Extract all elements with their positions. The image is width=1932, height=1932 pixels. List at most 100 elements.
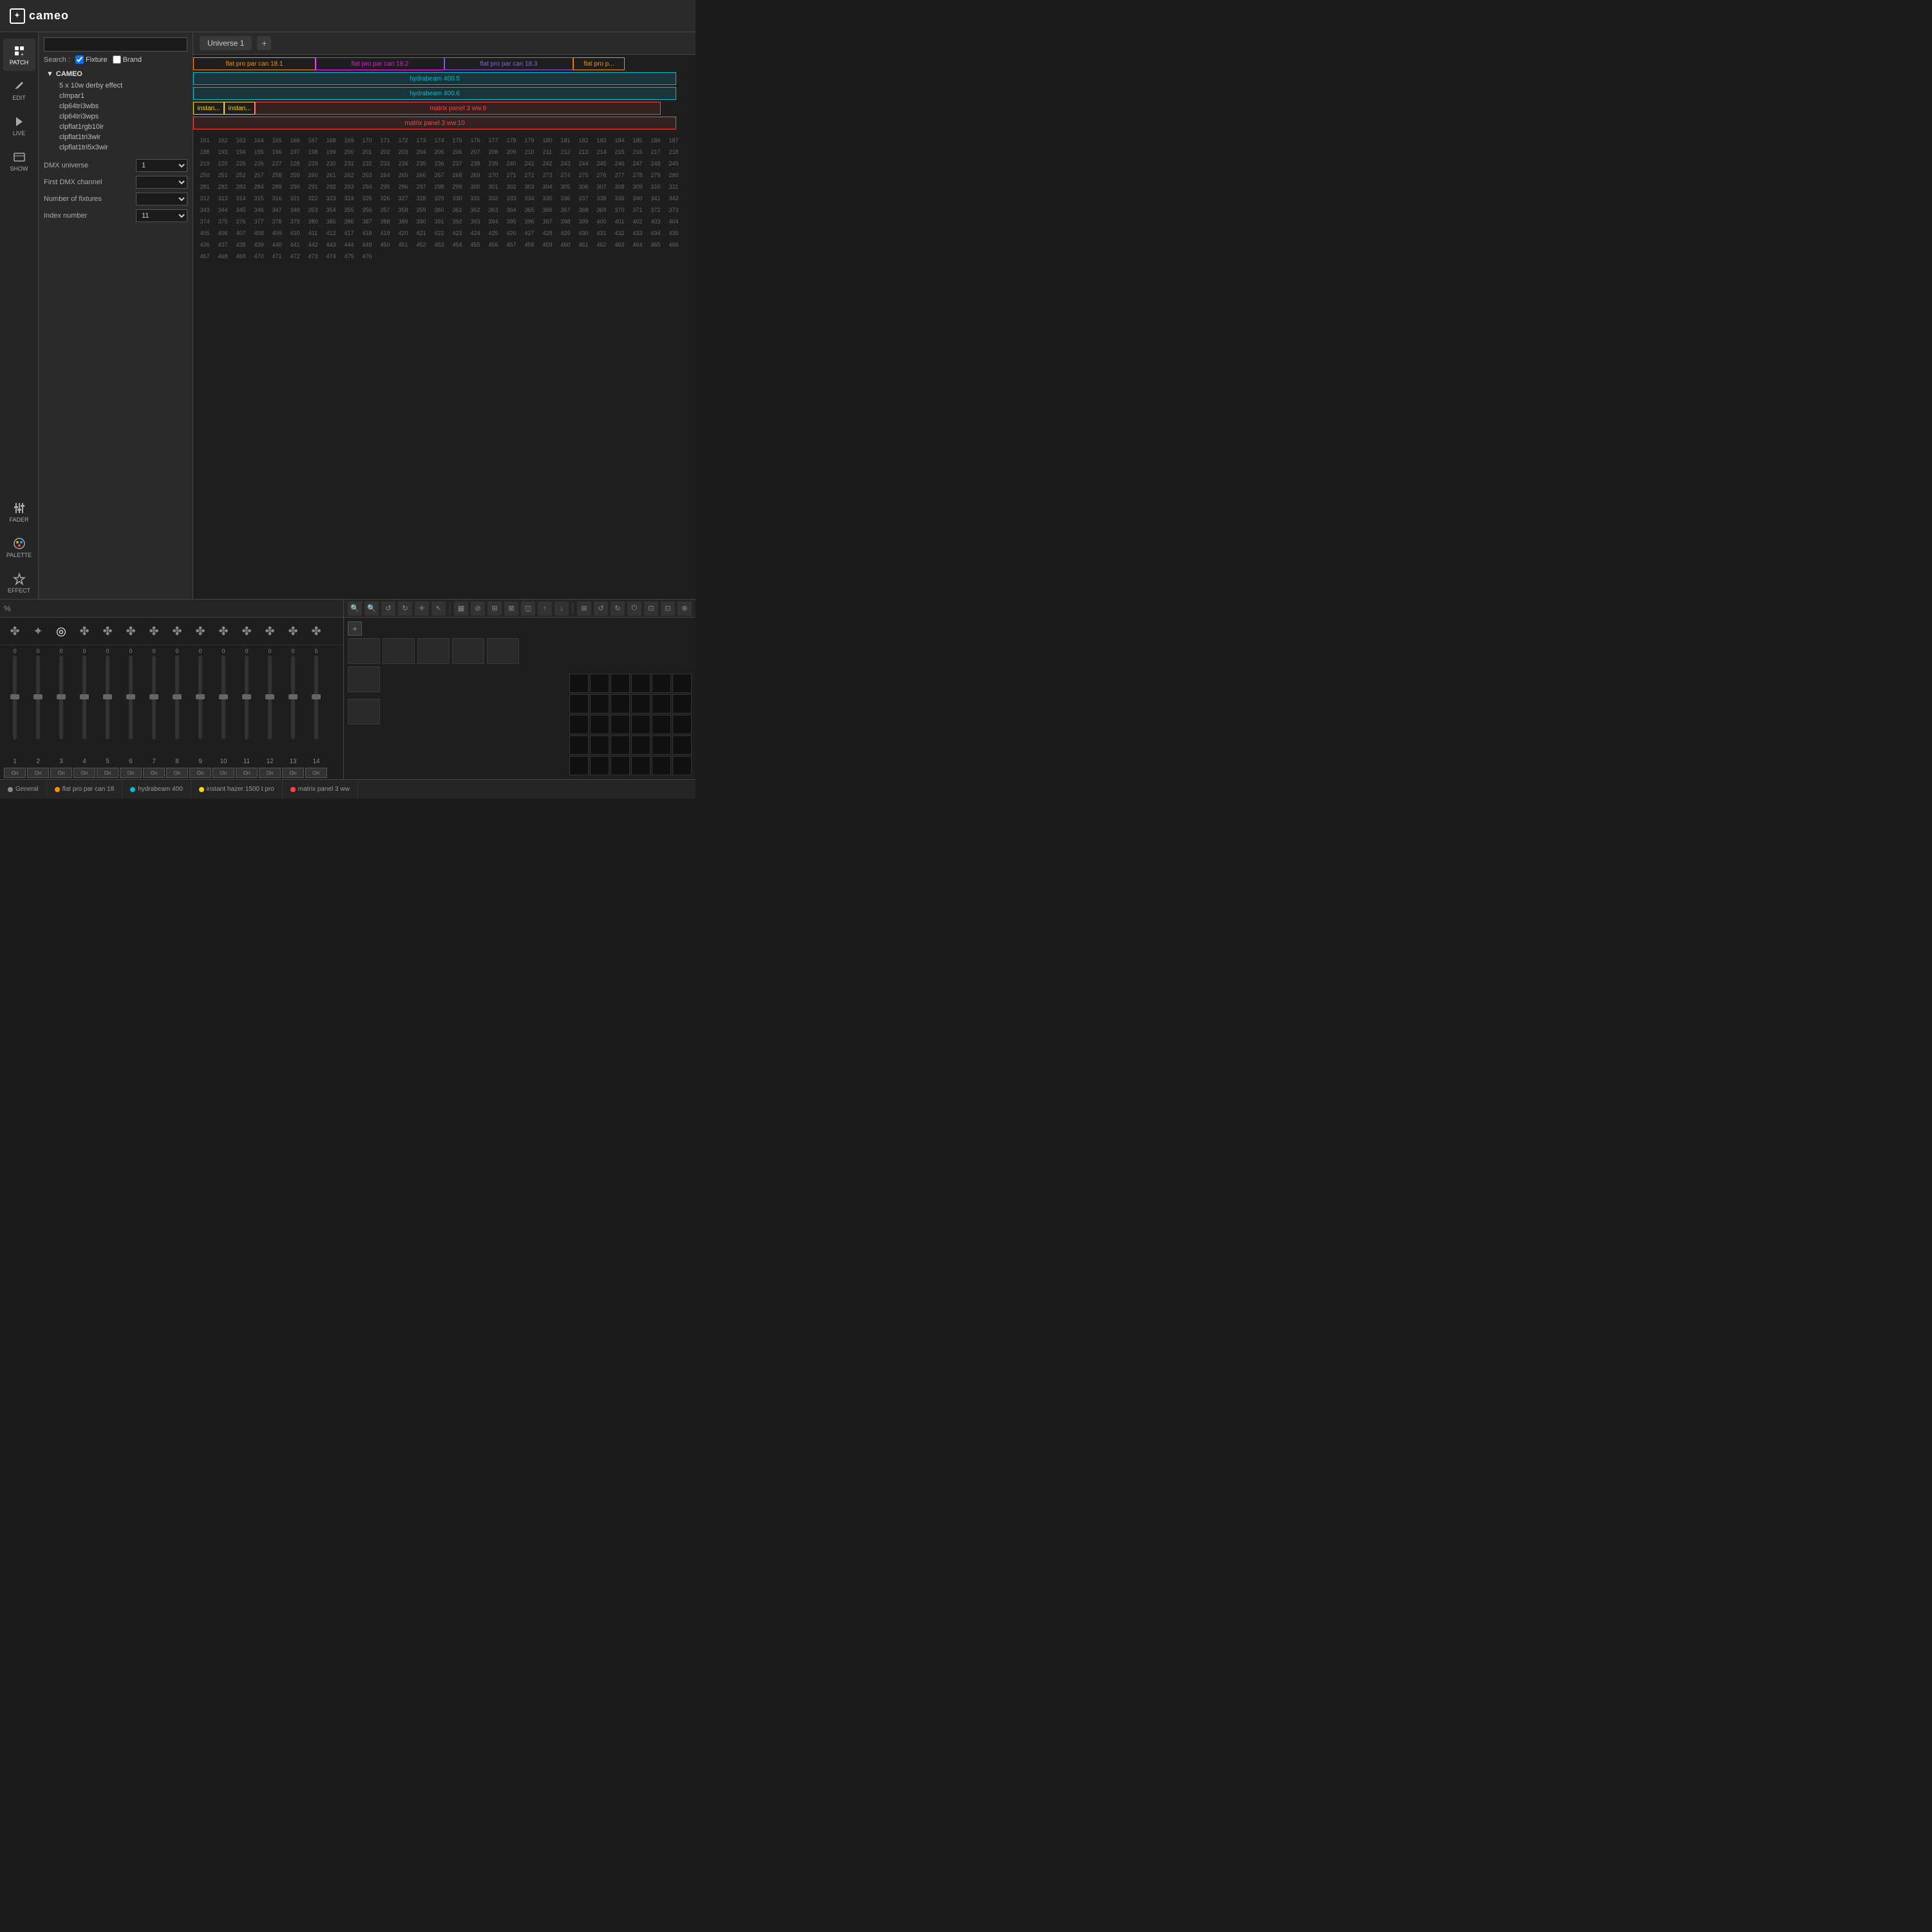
matrix-cell-3-2[interactable] bbox=[611, 735, 630, 755]
dmx-num-460[interactable]: 460 bbox=[556, 239, 574, 251]
add-button[interactable]: ✛ bbox=[415, 601, 429, 616]
fader-track-8[interactable] bbox=[175, 656, 179, 739]
fader-track-4[interactable] bbox=[82, 656, 86, 739]
dmx-num-430[interactable]: 430 bbox=[574, 227, 592, 239]
dmx-num-461[interactable]: 461 bbox=[574, 239, 592, 251]
dmx-num-183[interactable]: 183 bbox=[592, 135, 611, 146]
sidebar-item-live[interactable]: LIVE bbox=[3, 109, 35, 142]
dmx-num-427[interactable]: 427 bbox=[520, 227, 538, 239]
options1-button[interactable]: ⊡ bbox=[644, 601, 658, 616]
matrix-cell-1-1[interactable] bbox=[590, 694, 609, 714]
matrix-cell-1-5[interactable] bbox=[672, 694, 692, 714]
dmx-num-263[interactable]: 263 bbox=[358, 169, 376, 181]
dmx-num-203[interactable]: 203 bbox=[394, 146, 412, 158]
matrix-cell-4-1[interactable] bbox=[590, 756, 609, 775]
matrix-cell-2-4[interactable] bbox=[652, 715, 671, 734]
fader-thumb-9[interactable] bbox=[196, 694, 205, 699]
dmx-num-271[interactable]: 271 bbox=[502, 169, 520, 181]
dmx-num-376[interactable]: 376 bbox=[232, 216, 250, 227]
dmx-num-471[interactable]: 471 bbox=[268, 251, 286, 262]
dmx-num-396[interactable]: 396 bbox=[520, 216, 538, 227]
dmx-num-187[interactable]: 187 bbox=[665, 135, 683, 146]
dmx-num-337[interactable]: 337 bbox=[574, 193, 592, 204]
matrix-cell-0-2[interactable] bbox=[611, 674, 630, 693]
dmx-num-247[interactable]: 247 bbox=[629, 158, 647, 169]
fader-btn-2[interactable]: On bbox=[27, 768, 49, 778]
dmx-num-360[interactable]: 360 bbox=[430, 204, 448, 216]
dmx-num-420[interactable]: 420 bbox=[394, 227, 412, 239]
dmx-num-361[interactable]: 361 bbox=[448, 204, 466, 216]
dmx-num-462[interactable]: 462 bbox=[592, 239, 611, 251]
dmx-num-196[interactable]: 196 bbox=[268, 146, 286, 158]
fixture-bar-2[interactable]: flat pro par can 18.3 bbox=[444, 57, 573, 70]
dmx-num-358[interactable]: 358 bbox=[394, 204, 412, 216]
first-dmx-select[interactable] bbox=[136, 176, 187, 189]
dmx-num-398[interactable]: 398 bbox=[556, 216, 574, 227]
dmx-num-188[interactable]: 188 bbox=[196, 146, 214, 158]
dmx-num-239[interactable]: 239 bbox=[484, 158, 502, 169]
dmx-num-325[interactable]: 325 bbox=[358, 193, 376, 204]
fader-btn-3[interactable]: On bbox=[50, 768, 72, 778]
dmx-num-199[interactable]: 199 bbox=[322, 146, 340, 158]
dmx-num-394[interactable]: 394 bbox=[484, 216, 502, 227]
dmx-num-459[interactable]: 459 bbox=[538, 239, 556, 251]
redo2-button[interactable]: ↻ bbox=[611, 601, 625, 616]
fixture-icon-4[interactable]: ✤ bbox=[97, 620, 118, 642]
tree-child-4[interactable]: clpflat1rgb10ir bbox=[57, 122, 187, 132]
sidebar-item-patch[interactable]: + PATCH bbox=[3, 39, 35, 71]
dmx-num-270[interactable]: 270 bbox=[484, 169, 502, 181]
dmx-num-249[interactable]: 249 bbox=[665, 158, 683, 169]
dmx-num-290[interactable]: 290 bbox=[286, 181, 304, 193]
dmx-num-242[interactable]: 242 bbox=[538, 158, 556, 169]
dmx-num-300[interactable]: 300 bbox=[466, 181, 484, 193]
dmx-num-371[interactable]: 371 bbox=[629, 204, 647, 216]
options3-button[interactable]: ⊕ bbox=[677, 601, 692, 616]
dmx-num-177[interactable]: 177 bbox=[484, 135, 502, 146]
undo-button[interactable]: ↺ bbox=[381, 601, 395, 616]
dmx-num-206[interactable]: 206 bbox=[448, 146, 466, 158]
dmx-num-406[interactable]: 406 bbox=[214, 227, 232, 239]
dmx-num-292[interactable]: 292 bbox=[322, 181, 340, 193]
dmx-num-380[interactable]: 380 bbox=[304, 216, 322, 227]
dmx-num-313[interactable]: 313 bbox=[214, 193, 232, 204]
matrix-cell-4-4[interactable] bbox=[652, 756, 671, 775]
dmx-num-308[interactable]: 308 bbox=[611, 181, 629, 193]
fader-thumb-6[interactable] bbox=[126, 694, 135, 699]
dmx-num-393[interactable]: 393 bbox=[466, 216, 484, 227]
fixture-bar-4[interactable]: hydrabeam 400.5 bbox=[193, 72, 676, 85]
dmx-num-425[interactable]: 425 bbox=[484, 227, 502, 239]
dmx-num-276[interactable]: 276 bbox=[592, 169, 611, 181]
dmx-num-434[interactable]: 434 bbox=[647, 227, 665, 239]
bottom-tab-matrix[interactable]: matrix panel 3 ww bbox=[283, 780, 358, 799]
dmx-num-260[interactable]: 260 bbox=[304, 169, 322, 181]
power-button[interactable]: ⏻ bbox=[627, 601, 641, 616]
redo-button[interactable]: ↻ bbox=[398, 601, 412, 616]
dmx-num-227[interactable]: 227 bbox=[268, 158, 286, 169]
dmx-num-469[interactable]: 469 bbox=[232, 251, 250, 262]
dmx-num-432[interactable]: 432 bbox=[611, 227, 629, 239]
matrix-cell-2-2[interactable] bbox=[611, 715, 630, 734]
matrix-cell-2-5[interactable] bbox=[672, 715, 692, 734]
dmx-num-428[interactable]: 428 bbox=[538, 227, 556, 239]
dmx-num-197[interactable]: 197 bbox=[286, 146, 304, 158]
dmx-num-289[interactable]: 289 bbox=[268, 181, 286, 193]
fixture-icon-0[interactable]: ✤ bbox=[4, 620, 26, 642]
fader-thumb-2[interactable] bbox=[33, 694, 43, 699]
dmx-num-346[interactable]: 346 bbox=[250, 204, 268, 216]
matrix-cell-0-3[interactable] bbox=[631, 674, 650, 693]
dmx-num-162[interactable]: 162 bbox=[214, 135, 232, 146]
dmx-num-238[interactable]: 238 bbox=[466, 158, 484, 169]
dmx-num-305[interactable]: 305 bbox=[556, 181, 574, 193]
dmx-num-297[interactable]: 297 bbox=[412, 181, 430, 193]
dmx-num-311[interactable]: 311 bbox=[665, 181, 683, 193]
dmx-num-301[interactable]: 301 bbox=[484, 181, 502, 193]
dmx-num-240[interactable]: 240 bbox=[502, 158, 520, 169]
sidebar-item-palette[interactable]: PALETTE bbox=[3, 531, 35, 564]
dmx-num-167[interactable]: 167 bbox=[304, 135, 322, 146]
dmx-num-438[interactable]: 438 bbox=[232, 239, 250, 251]
dmx-num-374[interactable]: 374 bbox=[196, 216, 214, 227]
fixture-icon-11[interactable]: ✤ bbox=[259, 620, 281, 642]
dmx-num-412[interactable]: 412 bbox=[322, 227, 340, 239]
dmx-num-424[interactable]: 424 bbox=[466, 227, 484, 239]
dmx-num-281[interactable]: 281 bbox=[196, 181, 214, 193]
